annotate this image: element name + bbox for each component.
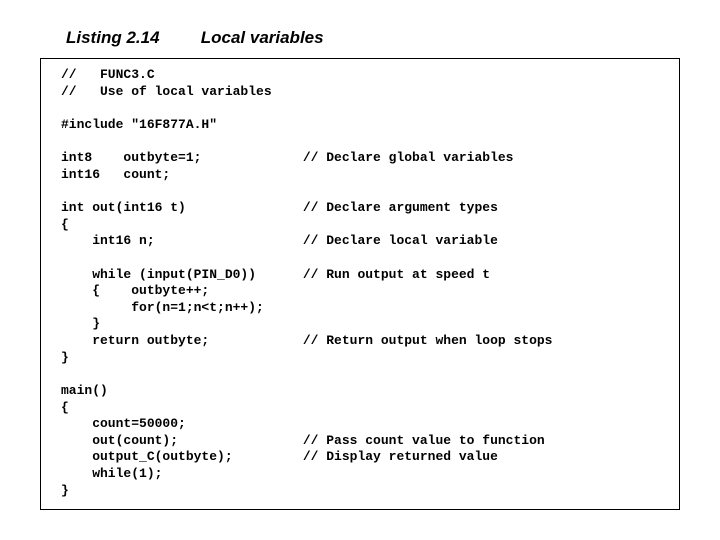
listing-title: Local variables bbox=[201, 28, 324, 47]
code-listing: // FUNC3.C // Use of local variables #in… bbox=[40, 58, 680, 510]
listing-page: Listing 2.14 Local variables // FUNC3.C … bbox=[0, 0, 720, 510]
listing-heading: Listing 2.14 Local variables bbox=[66, 28, 680, 48]
listing-number: Listing 2.14 bbox=[66, 28, 196, 48]
